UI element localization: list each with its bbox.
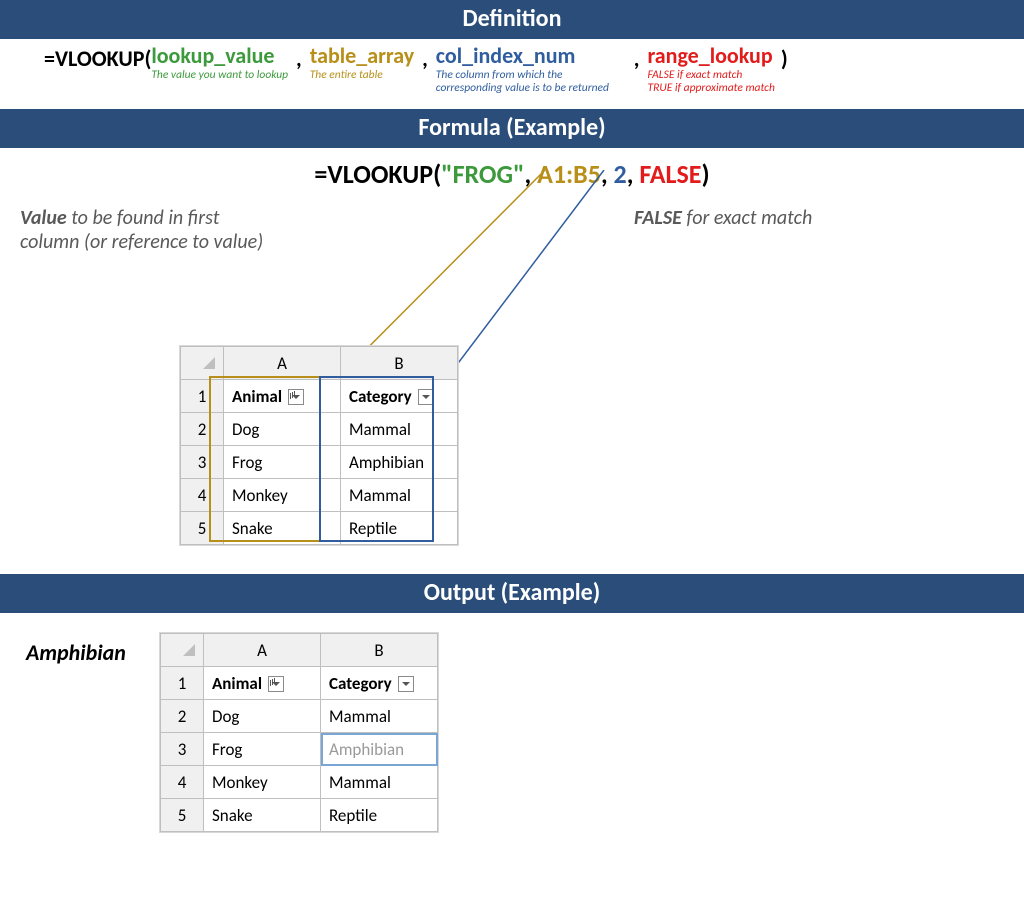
cell-b4[interactable]: Mammal (341, 479, 458, 512)
desc-range-lookup: FALSE if exact match TRUE if approximate… (647, 69, 774, 95)
row-header-5[interactable]: 5 (181, 512, 224, 545)
arg-range-lookup: range_lookup (647, 45, 772, 67)
fn-close: ) (702, 158, 710, 190)
comma: , (601, 158, 614, 190)
row-header-2[interactable]: 2 (161, 700, 204, 733)
desc-table-array: The entire table (310, 69, 383, 82)
select-all-corner[interactable] (181, 347, 224, 380)
col-header-b[interactable]: B (321, 634, 438, 667)
ex-range-lookup: FALSE (639, 158, 701, 190)
ex-lookup-value: "FROG" (441, 158, 524, 190)
cell-b1-text: Category (349, 386, 412, 407)
cell-b3-selected[interactable]: Amphibian (321, 733, 438, 766)
col-header-a[interactable]: A (224, 347, 341, 380)
row-header-4[interactable]: 4 (181, 479, 224, 512)
cell-b5[interactable]: Reptile (341, 512, 458, 545)
filter-icon[interactable] (418, 389, 434, 405)
section-header-definition: Definition (0, 0, 1024, 39)
desc-lookup-value: The value you want to lookup (151, 69, 288, 82)
ex-col-index: 2 (614, 158, 627, 190)
cell-b4[interactable]: Mammal (321, 766, 438, 799)
comma: , (627, 158, 640, 190)
desc-col-index-num: The column from which the corresponding … (436, 69, 626, 95)
cell-a3[interactable]: Frog (204, 733, 321, 766)
section-header-output: Output (Example) (0, 574, 1024, 613)
cell-a4[interactable]: Monkey (204, 766, 321, 799)
col-header-a[interactable]: A (204, 634, 321, 667)
excel-table-output: A B 1 Animal Category 2 Dog Mammal 3 Fro… (160, 633, 438, 832)
cell-a2[interactable]: Dog (224, 413, 341, 446)
row-header-2[interactable]: 2 (181, 413, 224, 446)
cell-b3[interactable]: Amphibian (341, 446, 458, 479)
formula-example: =VLOOKUP("FROG", A1:B5, 2, FALSE) (0, 148, 1024, 196)
filter-icon[interactable] (398, 676, 414, 692)
cell-b2[interactable]: Mammal (341, 413, 458, 446)
fn-close: ) (775, 45, 788, 72)
comma: , (524, 158, 537, 190)
cell-a3[interactable]: Frog (224, 446, 341, 479)
annotation-false-exact: FALSE for exact match (634, 206, 934, 230)
row-header-1[interactable]: 1 (181, 380, 224, 413)
comma: , (414, 45, 436, 72)
row-header-5[interactable]: 5 (161, 799, 204, 832)
comma: , (626, 45, 648, 72)
cell-b5[interactable]: Reptile (321, 799, 438, 832)
cell-b1[interactable]: Category (321, 667, 438, 700)
definition-row: =VLOOKUP( lookup_value The value you wan… (0, 39, 1024, 109)
cell-a1-text: Animal (232, 386, 282, 407)
cell-b1[interactable]: Category (341, 380, 458, 413)
row-header-4[interactable]: 4 (161, 766, 204, 799)
section-header-formula: Formula (Example) (0, 109, 1024, 148)
cell-b1-text: Category (329, 673, 392, 694)
row-header-3[interactable]: 3 (181, 446, 224, 479)
annotation-wrap: Value to be found in firstcolumn (or ref… (0, 196, 1024, 266)
cell-a1[interactable]: Animal (204, 667, 321, 700)
cell-a5[interactable]: Snake (204, 799, 321, 832)
cell-a2[interactable]: Dog (204, 700, 321, 733)
row-header-3[interactable]: 3 (161, 733, 204, 766)
fn-open: =VLOOKUP( (44, 45, 151, 72)
col-header-b[interactable]: B (341, 347, 458, 380)
filter-sort-icon[interactable] (288, 389, 304, 405)
cell-a4[interactable]: Monkey (224, 479, 341, 512)
output-result-label: Amphibian (26, 639, 126, 666)
comma: , (288, 45, 310, 72)
arg-lookup-value: lookup_value (151, 45, 274, 67)
ex-table-array: A1:B5 (537, 158, 601, 190)
annotation-value-to-be-found: Value to be found in firstcolumn (or ref… (20, 206, 340, 254)
cell-a5[interactable]: Snake (224, 512, 341, 545)
excel-table-example: A B 1 Animal Category 2 Dog Mammal 3 Fro… (180, 346, 458, 545)
row-header-1[interactable]: 1 (161, 667, 204, 700)
cell-a1-text: Animal (212, 673, 262, 694)
fn-open: =VLOOKUP( (314, 158, 441, 190)
select-all-corner[interactable] (161, 634, 204, 667)
cell-b2[interactable]: Mammal (321, 700, 438, 733)
cell-a1[interactable]: Animal (224, 380, 341, 413)
filter-sort-icon[interactable] (268, 676, 284, 692)
arg-table-array: table_array (310, 45, 414, 67)
example-table-section: A B 1 Animal Category 2 Dog Mammal 3 Fro… (0, 266, 1024, 574)
output-table-section: Amphibian A B 1 Animal Category 2 Dog Ma… (0, 613, 1024, 861)
arg-col-index-num: col_index_num (436, 45, 576, 67)
